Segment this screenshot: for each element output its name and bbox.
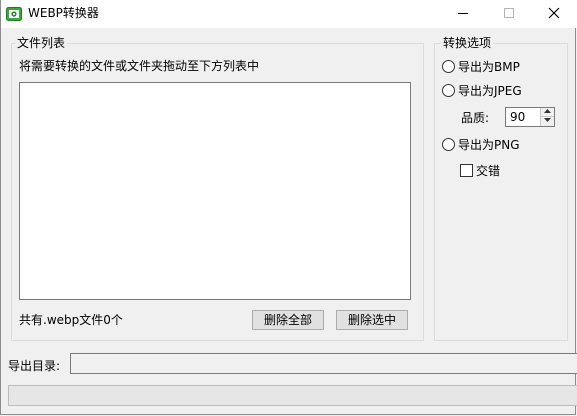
minimize-button[interactable]: [440, 0, 486, 28]
jpeg-radio-label[interactable]: 导出为JPEG: [458, 84, 522, 98]
drag-instruction: 将需要转换的文件或文件夹拖动至下方列表中: [19, 59, 260, 73]
bmp-radio-label[interactable]: 导出为BMP: [458, 60, 520, 74]
app-photo-icon: [6, 6, 22, 22]
file-listbox[interactable]: [19, 82, 411, 300]
quality-value[interactable]: 90: [510, 110, 525, 124]
quality-spinbox[interactable]: 90: [505, 107, 555, 127]
maximize-button[interactable]: [486, 0, 532, 28]
main-window: WEBP转换器 文件列表 将需要转换的文件或文件夹拖动至下方列表中 共有.web…: [0, 0, 577, 415]
spin-down-icon: [544, 118, 551, 122]
spin-up-icon: [544, 109, 551, 113]
close-button[interactable]: [531, 0, 577, 28]
file-count-text: 共有.webp文件0个: [19, 313, 123, 327]
interlace-checkbox-label[interactable]: 交错: [476, 164, 500, 178]
quality-down-button[interactable]: [540, 117, 554, 126]
bmp-radio[interactable]: [442, 60, 455, 73]
png-radio[interactable]: [442, 138, 455, 151]
file-list-group-title: 文件列表: [15, 36, 68, 50]
output-dir-field[interactable]: [70, 353, 577, 374]
output-dir-label: 导出目录:: [8, 359, 61, 373]
title-bar[interactable]: WEBP转换器: [1, 0, 577, 28]
close-icon: [548, 7, 560, 19]
png-radio-label[interactable]: 导出为PNG: [458, 138, 520, 152]
delete-all-button[interactable]: 删除全部: [252, 310, 324, 330]
quality-up-button[interactable]: [540, 108, 554, 117]
window-title: WEBP转换器: [28, 6, 99, 20]
jpeg-radio[interactable]: [442, 84, 455, 97]
progress-bar: [8, 385, 577, 406]
options-group-title: 转换选项: [441, 36, 494, 50]
quality-label: 品质:: [461, 111, 490, 125]
minimize-icon: [458, 13, 468, 14]
maximize-icon: [504, 8, 514, 18]
interlace-checkbox[interactable]: [460, 164, 473, 177]
delete-selected-button[interactable]: 删除选中: [336, 310, 408, 330]
